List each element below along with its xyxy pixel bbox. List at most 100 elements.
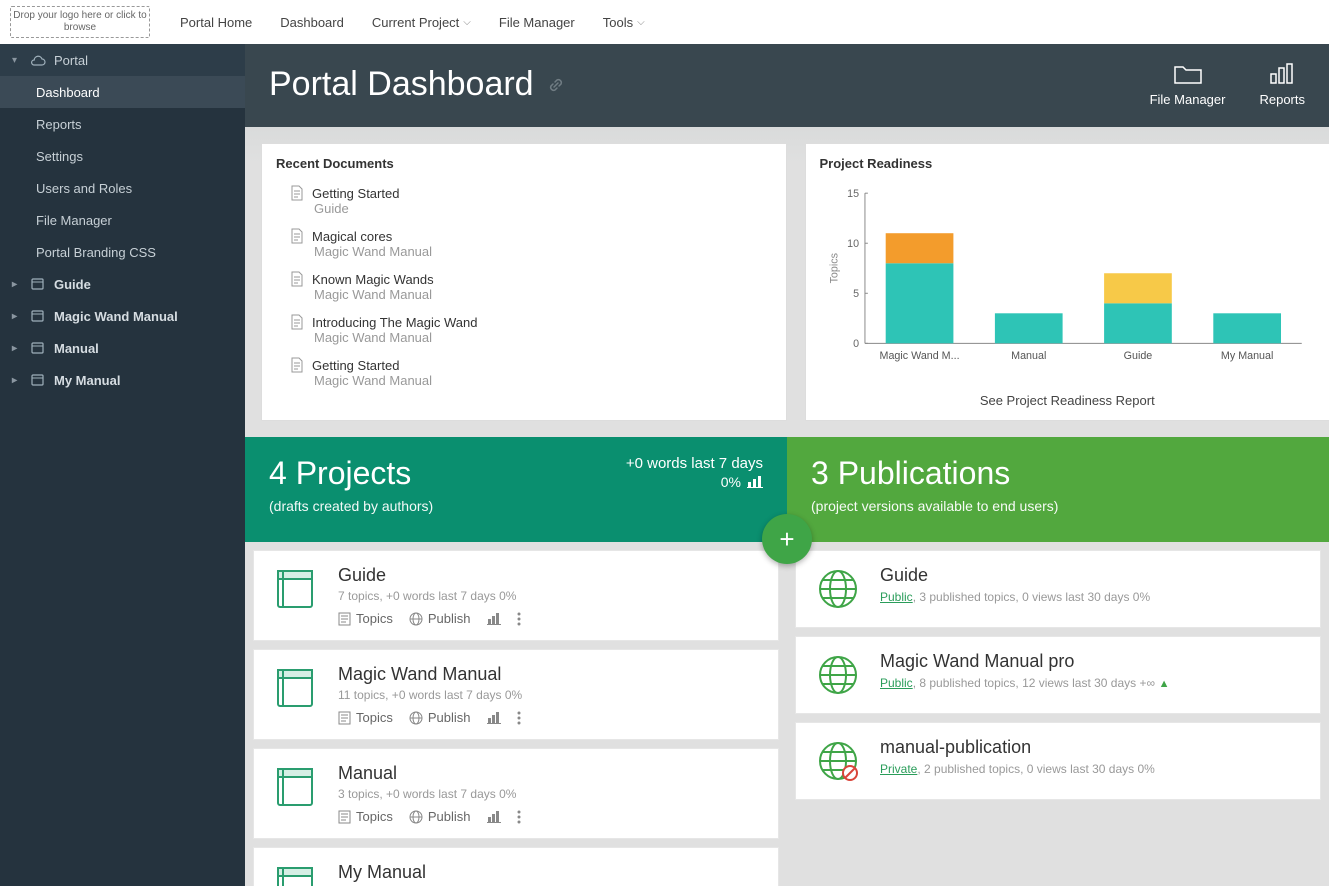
chevron-down-icon: ⌵ [463,17,471,28]
project-card[interactable]: Guide7 topics, +0 words last 7 days 0%To… [253,550,779,641]
sidebar-item-users-and-roles[interactable]: Users and Roles [0,172,245,204]
publication-card[interactable]: manual-publicationPrivate, 2 published t… [795,722,1321,800]
document-icon [290,228,304,244]
recent-doc-item[interactable]: Getting StartedMagic Wand Manual [290,351,758,394]
chevron-right-icon: ▸ [12,343,22,354]
svg-text:Manual: Manual [1011,350,1046,362]
publication-card[interactable]: GuidePublic, 3 published topics, 0 views… [795,550,1321,628]
globe-icon [409,711,423,725]
document-icon [338,612,351,626]
svg-text:15: 15 [847,188,859,200]
sidebar-project-magic-wand-manual[interactable]: ▸Magic Wand Manual [0,300,245,332]
chart-icon [1267,62,1297,86]
projects-band: 4 Projects (drafts created by authors) +… [245,437,787,542]
logo-dropzone[interactable]: Drop your logo here or click to browse [10,6,150,38]
kebab-icon [517,810,521,824]
stats-action[interactable] [487,811,501,823]
recent-doc-item[interactable]: Magical coresMagic Wand Manual [290,222,758,265]
cloud-icon [30,54,46,66]
top-nav: Portal Home Dashboard Current Project⌵ File… [180,15,645,30]
readiness-chart: Topics051015Magic Wand M...ManualGuideMy… [824,183,1312,373]
book-icon [30,341,46,355]
chevron-down-icon: ▾ [12,55,22,66]
chevron-right-icon: ▸ [12,311,22,322]
publish-action[interactable]: Publish [409,710,471,725]
topnav-file-manager[interactable]: File Manager [499,15,575,30]
bar-chart-icon [487,712,501,724]
publication-card[interactable]: Magic Wand Manual proPublic, 8 published… [795,636,1321,714]
publications-band: 3 Publications (project versions availab… [787,437,1329,542]
topnav-dashboard[interactable]: Dashboard [280,15,344,30]
more-menu[interactable] [517,810,521,824]
bar-chart-icon [487,811,501,823]
document-icon [338,711,351,725]
recent-doc-item[interactable]: Known Magic WandsMagic Wand Manual [290,265,758,308]
topnav-current-project[interactable]: Current Project⌵ [372,15,471,30]
document-icon [290,314,304,330]
sidebar-item-dashboard[interactable]: Dashboard [0,76,245,108]
book-icon [272,862,320,886]
summary-bands: 4 Projects (drafts created by authors) +… [245,437,1329,542]
bar-chart-icon [487,613,501,625]
sidebar-item-settings[interactable]: Settings [0,140,245,172]
book-icon [30,373,46,387]
project-card[interactable]: My Manual [253,847,779,886]
svg-text:5: 5 [853,288,859,300]
recent-doc-item[interactable]: Introducing The Magic WandMagic Wand Man… [290,308,758,351]
topics-action[interactable]: Topics [338,611,393,626]
sidebar-root-portal[interactable]: ▾ Portal [0,44,245,76]
document-icon [338,810,351,824]
header-action-reports[interactable]: Reports [1259,62,1305,107]
svg-text:Topics: Topics [828,253,840,283]
main-content: Portal Dashboard File ManagerReports Rec… [245,44,1329,886]
document-icon [290,357,304,373]
recent-documents-panel: Recent Documents Getting StartedGuideMag… [261,143,787,421]
topnav-portal-home[interactable]: Portal Home [180,15,252,30]
link-icon[interactable] [546,75,566,95]
more-menu[interactable] [517,612,521,626]
kebab-icon [517,612,521,626]
sidebar-project-guide[interactable]: ▸Guide [0,268,245,300]
project-card[interactable]: Magic Wand Manual11 topics, +0 words las… [253,649,779,740]
publish-action[interactable]: Publish [409,809,471,824]
project-readiness-panel: Project Readiness Topics051015Magic Wand… [805,143,1329,421]
sidebar-item-file-manager[interactable]: File Manager [0,204,245,236]
topics-action[interactable]: Topics [338,710,393,725]
visibility-badge[interactable]: Private [880,762,917,776]
publications-sub: (project versions available to end users… [811,498,1305,514]
chevron-right-icon: ▸ [12,375,22,386]
panel-title: Project Readiness [806,144,1329,179]
project-card[interactable]: Manual3 topics, +0 words last 7 days 0%T… [253,748,779,839]
stats-action[interactable] [487,712,501,724]
kebab-icon [517,711,521,725]
visibility-badge[interactable]: Public [880,676,913,690]
top-bar: Drop your logo here or click to browse P… [0,0,1329,44]
sidebar-project-my-manual[interactable]: ▸My Manual [0,364,245,396]
bar-chart-icon[interactable] [747,476,763,488]
topics-action[interactable]: Topics [338,809,393,824]
book-icon [30,309,46,323]
document-icon [290,185,304,201]
sidebar-item-portal-branding-css[interactable]: Portal Branding CSS [0,236,245,268]
more-menu[interactable] [517,711,521,725]
panel-title: Recent Documents [262,144,786,179]
projects-sub: (drafts created by authors) [269,498,433,514]
publish-action[interactable]: Publish [409,611,471,626]
svg-text:Guide: Guide [1123,350,1152,362]
topnav-tools[interactable]: Tools⌵ [603,15,645,30]
svg-text:Magic Wand M...: Magic Wand M... [879,350,959,362]
sidebar: ▾ Portal DashboardReportsSettingsUsers a… [0,44,245,886]
sidebar-project-manual[interactable]: ▸Manual [0,332,245,364]
readiness-report-link[interactable]: See Project Readiness Report [806,385,1329,420]
sidebar-root-label: Portal [54,53,88,68]
globe-icon [814,651,862,699]
add-project-button[interactable]: + [762,514,812,564]
visibility-badge[interactable]: Public [880,590,913,604]
sidebar-item-reports[interactable]: Reports [0,108,245,140]
globe-icon [409,810,423,824]
stats-action[interactable] [487,613,501,625]
svg-text:My Manual: My Manual [1220,350,1272,362]
header-action-file-manager[interactable]: File Manager [1150,62,1226,107]
book-icon [272,664,320,712]
recent-doc-item[interactable]: Getting StartedGuide [290,179,758,222]
